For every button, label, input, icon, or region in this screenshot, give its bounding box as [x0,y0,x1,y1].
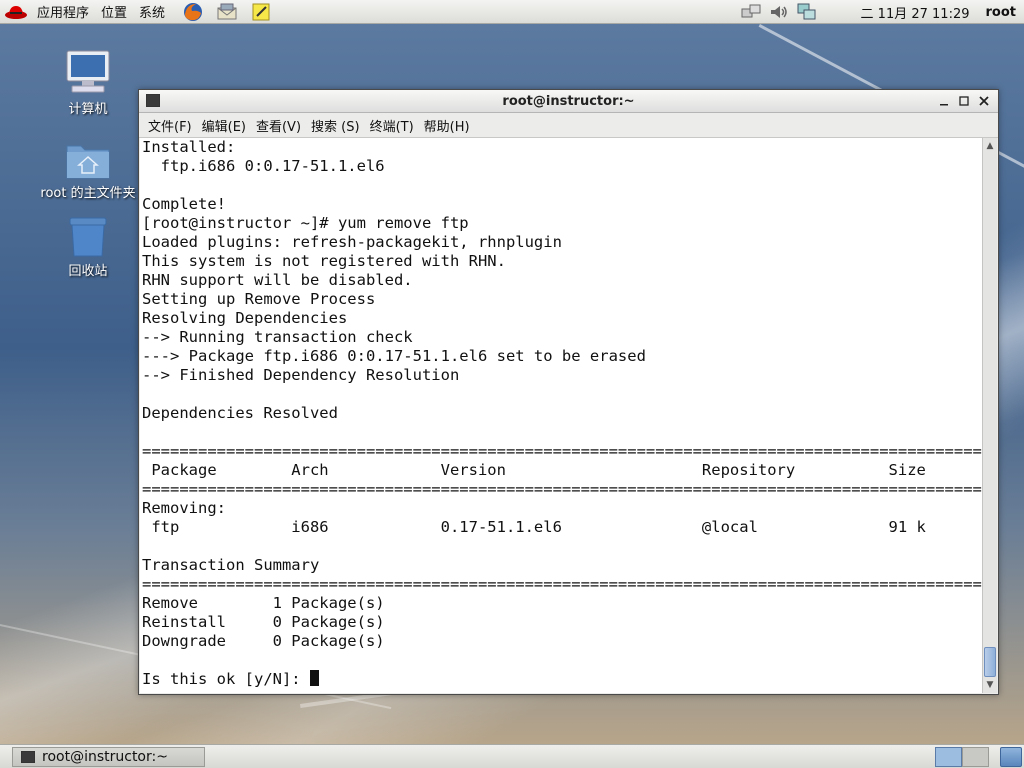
places-menu[interactable]: 位置 [95,0,133,24]
terminal-line: Remove 1 Package(s) [142,594,385,612]
text-editor-launcher-icon[interactable] [249,1,273,23]
home-folder-icon [62,130,114,180]
scroll-up-arrow-icon[interactable]: ▲ [983,139,997,153]
maximize-button[interactable] [954,91,974,111]
show-desktop-icon[interactable] [1000,747,1022,767]
taskbar-item-terminal[interactable]: root@instructor:~ [12,747,205,767]
terminal-line: RHN support will be disabled. [142,271,413,289]
terminal-line: Complete! [142,195,226,213]
menu-edit[interactable]: 编辑(E) [197,116,251,135]
terminal-line: Dependencies Resolved [142,404,338,422]
terminal-line: Package Arch Version Repository Size [142,461,926,479]
minimize-button[interactable] [934,91,954,111]
desktop-icon-label: root 的主文件夹 [40,186,136,201]
menu-view[interactable]: 查看(V) [251,116,306,135]
system-menu[interactable]: 系统 [133,0,171,24]
terminal-line: Loaded plugins: refresh-packagekit, rhnp… [142,233,562,251]
text-cursor [309,670,319,686]
trash-icon [62,208,114,258]
desktop-icon-label: 回收站 [68,264,108,279]
terminal-line: Downgrade 0 Package(s) [142,632,385,650]
desktop-icon-label: 计算机 [68,102,108,117]
bottom-panel: root@instructor:~ [0,744,1024,768]
desktop-icon-home[interactable]: root 的主文件夹 [40,130,136,201]
terminal-icon [21,751,35,763]
terminal-line: Reinstall 0 Package(s) [142,613,385,631]
menu-file[interactable]: 文件(F) [143,116,197,135]
terminal-text: Installed: ftp.i686 0:0.17-51.1.el6 Comp… [140,138,982,670]
terminal-line: ========================================… [142,480,982,498]
terminal-output[interactable]: Installed: ftp.i686 0:0.17-51.1.el6 Comp… [140,138,982,693]
window-titlebar[interactable]: root@instructor:~ [139,90,998,113]
workspace-2[interactable] [962,747,989,767]
computer-icon [62,46,114,96]
volume-icon[interactable] [767,1,791,23]
terminal-line: This system is not registered with RHN. [142,252,506,270]
maximize-icon [959,96,969,106]
terminal-window[interactable]: root@instructor:~ 文件(F) 编辑(E) 查看(V) 搜索 (… [138,89,999,695]
taskbar-item-label: root@instructor:~ [42,749,168,765]
terminal-line: Resolving Dependencies [142,309,348,327]
terminal-line: --> Running transaction check [142,328,413,346]
terminal-line: Removing: [142,499,226,517]
applications-menu[interactable]: 应用程序 [31,0,95,24]
redhat-logo-icon[interactable] [4,4,28,20]
terminal-icon [146,94,160,107]
terminal-line: Transaction Summary [142,556,320,574]
close-button[interactable] [974,91,994,111]
top-panel: 应用程序 位置 系统 二 11月 27 11:29 root [0,0,1024,24]
workspace-1[interactable] [935,747,962,767]
terminal-line: ========================================… [142,442,982,460]
scrollbar-thumb[interactable] [984,647,996,677]
menu-search[interactable]: 搜索 (S) [306,116,365,135]
user-menu[interactable]: root [980,5,1024,20]
desktop-icon-trash[interactable]: 回收站 [40,208,136,279]
network-connection-icon[interactable] [795,1,819,23]
vertical-scrollbar[interactable]: ▲ ▼ [982,138,997,693]
clock[interactable]: 二 11月 27 11:29 [851,3,980,22]
terminal-line: ========================================… [142,575,982,593]
terminal-line: --> Finished Dependency Resolution [142,366,460,384]
terminal-line: ftp.i686 0:0.17-51.1.el6 [142,157,385,175]
menu-bar: 文件(F) 编辑(E) 查看(V) 搜索 (S) 终端(T) 帮助(H) [139,113,998,138]
network-tray-icon[interactable] [739,1,763,23]
terminal-line: Installed: [142,138,236,156]
terminal-line: ftp i686 0.17-51.1.el6 @local 91 k [142,518,926,536]
scroll-down-arrow-icon[interactable]: ▼ [983,678,997,692]
terminal-prompt-line[interactable]: Is this ok [y/N]: [140,670,982,689]
mail-launcher-icon[interactable] [215,1,239,23]
terminal-line: [root@instructor ~]# yum remove ftp [142,214,469,232]
firefox-launcher-icon[interactable] [181,1,205,23]
desktop-icon-computer[interactable]: 计算机 [40,46,136,117]
prompt-text: Is this ok [y/N]: [142,670,310,688]
menu-help[interactable]: 帮助(H) [419,116,475,135]
window-title: root@instructor:~ [502,93,635,109]
minimize-icon [940,104,948,106]
menu-terminal[interactable]: 终端(T) [365,116,419,135]
terminal-line: ---> Package ftp.i686 0:0.17-51.1.el6 se… [142,347,646,365]
terminal-line: Setting up Remove Process [142,290,376,308]
close-icon [979,96,989,106]
